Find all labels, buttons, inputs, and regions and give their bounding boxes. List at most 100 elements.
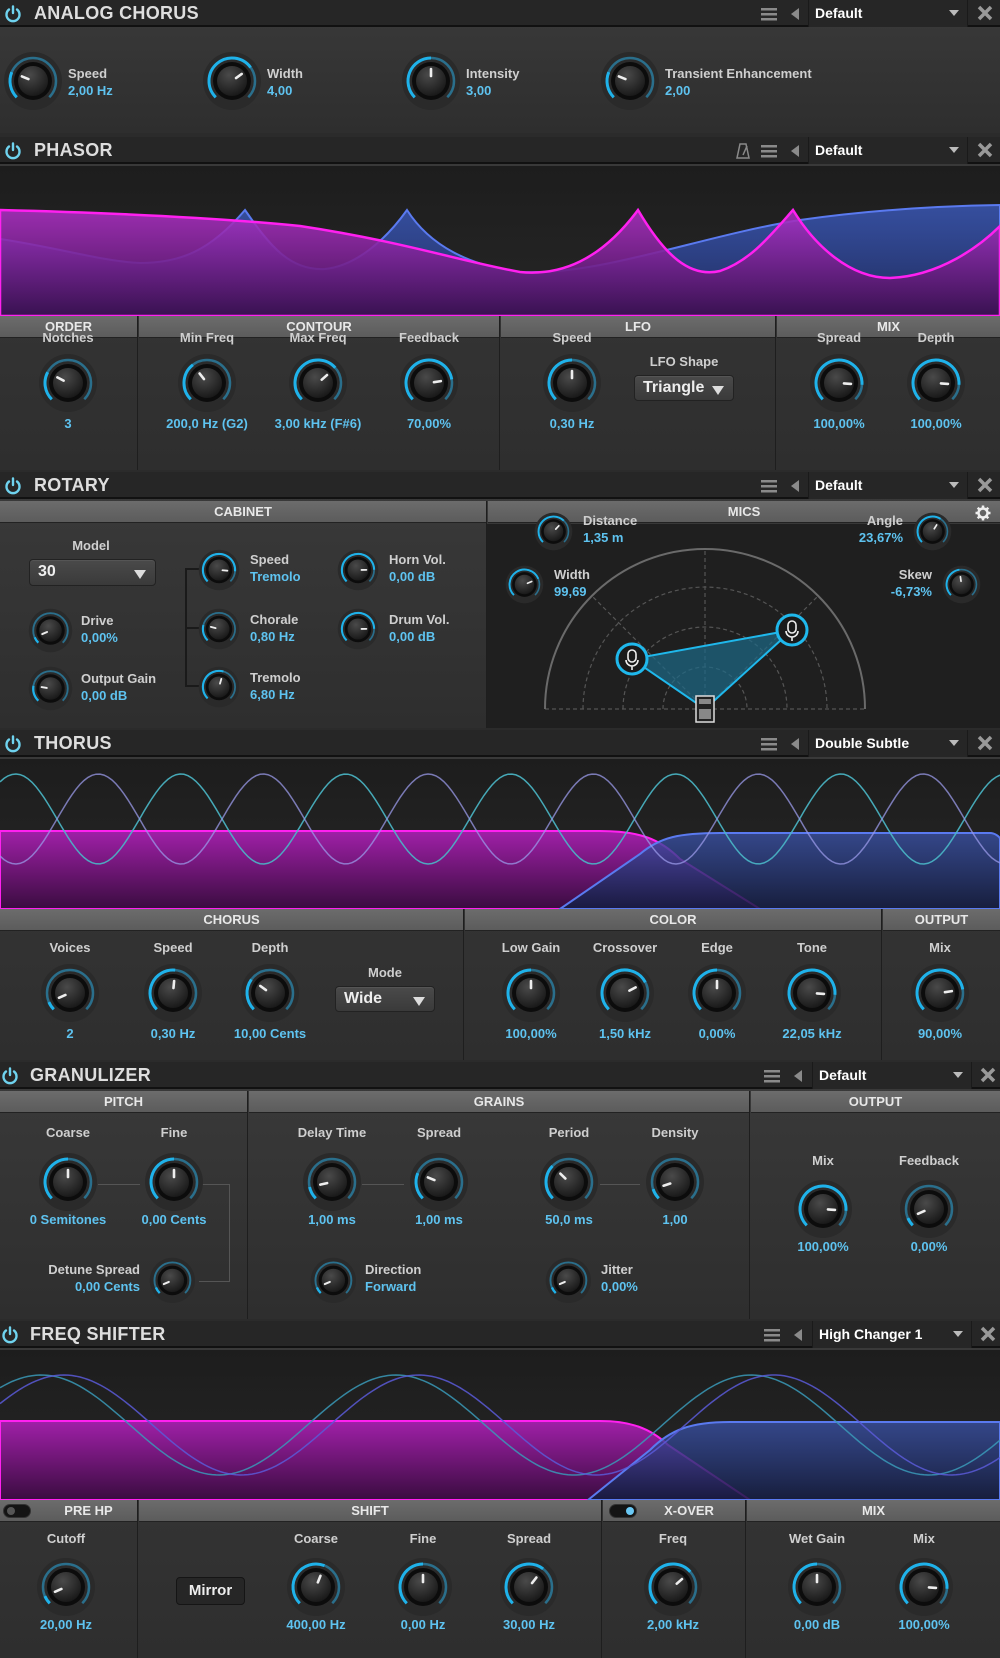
drum-vol-knob[interactable]	[337, 608, 379, 650]
delay-time-knob[interactable]	[302, 1152, 362, 1212]
feedback-knob[interactable]	[399, 353, 459, 413]
width-knob[interactable]	[202, 51, 262, 111]
intensity-knob[interactable]	[401, 51, 461, 111]
output-gain-knob[interactable]	[28, 666, 73, 711]
microphone-icon[interactable]	[615, 642, 649, 676]
mode-dropdown[interactable]: Wide	[335, 986, 435, 1012]
preset-selector[interactable]: Default	[808, 137, 968, 164]
model-dropdown[interactable]: 30	[29, 559, 156, 586]
knob-pointer	[826, 1208, 837, 1212]
speed-knob[interactable]	[3, 51, 63, 111]
chorus-depth-label: Depth	[251, 940, 289, 955]
intensity-value: 3,00	[466, 83, 492, 98]
chorale-knob[interactable]	[198, 608, 240, 650]
preset-selector[interactable]: Default	[808, 0, 968, 27]
pre-hp-toggle[interactable]	[3, 1504, 31, 1518]
power-icon[interactable]	[4, 142, 22, 160]
analog-chorus-header: ANALOG CHORUS Default	[0, 0, 1000, 27]
mic-placement-diagram[interactable]	[487, 524, 1000, 728]
chorus-depth-knob[interactable]	[240, 963, 300, 1023]
preset-value: Default	[815, 5, 863, 21]
period-knob[interactable]	[539, 1152, 599, 1212]
hamburger-menu-icon[interactable]	[760, 735, 778, 753]
hamburger-menu-icon[interactable]	[760, 142, 778, 160]
microphone-icon[interactable]	[775, 613, 809, 647]
lfo-shape-dropdown[interactable]: Triangle	[634, 375, 734, 401]
granulizer-mix-knob[interactable]	[793, 1179, 853, 1239]
preset-selector[interactable]: Default	[808, 472, 968, 499]
x-over-toggle[interactable]	[609, 1504, 637, 1518]
triangle-left-icon[interactable]	[786, 142, 804, 160]
hamburger-menu-icon[interactable]	[763, 1067, 781, 1085]
tone-knob[interactable]	[782, 963, 842, 1023]
direction-knob[interactable]	[310, 1257, 357, 1304]
shifter-mix-knob[interactable]	[894, 1557, 954, 1617]
wet-gain-knob[interactable]	[787, 1557, 847, 1617]
output-mix-knob[interactable]	[910, 963, 970, 1023]
notches-knob[interactable]	[38, 353, 98, 413]
coarse-value: 0 Semitones	[29, 1212, 107, 1227]
triangle-left-icon[interactable]	[786, 477, 804, 495]
close-x-icon[interactable]	[976, 141, 994, 159]
dropdown-arrow-icon	[134, 570, 146, 579]
granulizer-feedback-knob[interactable]	[899, 1179, 959, 1239]
distance-knob[interactable]	[534, 512, 573, 551]
close-x-icon[interactable]	[976, 476, 994, 494]
low-gain-value: 100,00%	[505, 1026, 557, 1041]
close-x-icon[interactable]	[979, 1325, 997, 1343]
mic-width-label: Width	[554, 567, 590, 582]
triangle-left-icon[interactable]	[786, 5, 804, 23]
rotor-speed-knob[interactable]	[198, 549, 240, 591]
shift-coarse-knob[interactable]	[286, 1557, 346, 1617]
tremolo-knob[interactable]	[198, 666, 240, 708]
hamburger-menu-icon[interactable]	[763, 1326, 781, 1344]
preset-selector[interactable]: Double Subtle	[808, 730, 968, 757]
triangle-left-icon[interactable]	[789, 1326, 807, 1344]
chorus-speed-knob[interactable]	[143, 963, 203, 1023]
power-icon[interactable]	[4, 477, 22, 495]
gear-icon[interactable]	[975, 505, 991, 521]
metronome-icon[interactable]	[734, 142, 752, 160]
triangle-left-icon[interactable]	[786, 735, 804, 753]
close-x-icon[interactable]	[979, 1066, 997, 1084]
power-icon[interactable]	[1, 1326, 19, 1344]
density-knob[interactable]	[645, 1152, 705, 1212]
power-icon[interactable]	[4, 5, 22, 23]
fine-knob[interactable]	[144, 1152, 204, 1212]
power-icon[interactable]	[4, 735, 22, 753]
min-freq-knob[interactable]	[177, 353, 237, 413]
x-over-freq-knob[interactable]	[643, 1557, 703, 1617]
preset-selector[interactable]: Default	[812, 1062, 972, 1089]
edge-knob[interactable]	[687, 963, 747, 1023]
shift-spread-knob[interactable]	[499, 1557, 559, 1617]
horn-vol-label: Horn Vol.	[389, 552, 446, 567]
close-x-icon[interactable]	[976, 4, 994, 22]
low-gain-knob[interactable]	[501, 963, 561, 1023]
cutoff-knob[interactable]	[36, 1557, 96, 1617]
section-header-chorus: CHORUS	[0, 909, 463, 931]
close-x-icon[interactable]	[976, 734, 994, 752]
lfo-speed-knob[interactable]	[542, 353, 602, 413]
detune-spread-knob[interactable]	[149, 1257, 196, 1304]
voices-knob[interactable]	[40, 963, 100, 1023]
jitter-knob[interactable]	[545, 1257, 592, 1304]
hamburger-menu-icon[interactable]	[760, 5, 778, 23]
shift-fine-knob[interactable]	[393, 1557, 453, 1617]
coarse-knob[interactable]	[38, 1152, 98, 1212]
skew-knob[interactable]	[942, 565, 981, 604]
hamburger-menu-icon[interactable]	[760, 477, 778, 495]
drive-knob[interactable]	[28, 608, 73, 653]
preset-selector[interactable]: High Changer 1	[812, 1321, 972, 1348]
power-icon[interactable]	[1, 1067, 19, 1085]
triangle-left-icon[interactable]	[789, 1067, 807, 1085]
horn-vol-knob[interactable]	[337, 549, 379, 591]
max-freq-knob[interactable]	[288, 353, 348, 413]
spread-knob[interactable]	[809, 353, 869, 413]
depth-knob[interactable]	[906, 353, 966, 413]
crossover-knob[interactable]	[595, 963, 655, 1023]
grain-spread-knob[interactable]	[409, 1152, 469, 1212]
angle-knob[interactable]	[913, 512, 952, 551]
mirror-button[interactable]: Mirror	[176, 1577, 245, 1605]
mic-width-knob[interactable]	[505, 565, 544, 604]
transient-enhancement-knob[interactable]	[600, 51, 660, 111]
